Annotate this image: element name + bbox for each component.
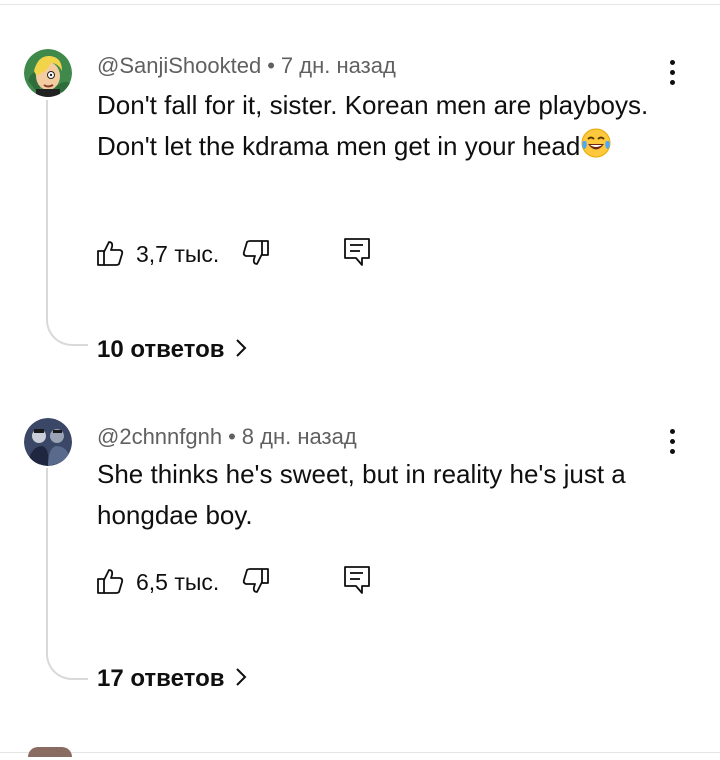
- avatar[interactable]: [24, 49, 72, 97]
- meta-separator: •: [228, 424, 236, 449]
- comment-text-content: She thinks he's sweet, but in reality he…: [97, 459, 626, 530]
- face-with-tears-of-joy-icon: [581, 128, 611, 170]
- reply-comment-icon[interactable]: [342, 564, 372, 601]
- chevron-right-icon: [235, 666, 247, 694]
- thumbs-up-icon[interactable]: [95, 238, 125, 273]
- comment-author[interactable]: @SanjiShookted: [97, 53, 261, 78]
- like-count: 3,7 тыс.: [136, 241, 220, 267]
- avatar[interactable]: [24, 418, 72, 466]
- comment-text: She thinks he's sweet, but in reality he…: [97, 454, 677, 536]
- comment-actions: 6,5 тыс.: [95, 562, 395, 602]
- comment-text: Don't fall for it, sister. Korean men ar…: [97, 85, 677, 170]
- bottom-divider: [0, 752, 720, 753]
- comment-meta: @2chnnfgnh • 8 дн. назад: [97, 424, 357, 450]
- comment-time[interactable]: 8 дн. назад: [242, 424, 357, 449]
- view-replies-button[interactable]: 10 ответов: [97, 336, 247, 365]
- view-replies-button[interactable]: 17 ответов: [97, 665, 247, 694]
- avatar[interactable]: [28, 747, 72, 757]
- thread-line: [46, 468, 88, 680]
- thumbs-up-icon[interactable]: [95, 566, 125, 601]
- more-vertical-icon[interactable]: [663, 427, 681, 457]
- thumbs-down-icon[interactable]: [241, 566, 271, 601]
- comment-author[interactable]: @2chnnfgnh: [97, 424, 222, 449]
- more-vertical-icon[interactable]: [663, 58, 681, 88]
- comment-text-content: Don't fall for it, sister. Korean men ar…: [97, 90, 649, 161]
- thread-line: [46, 100, 88, 346]
- comment-time[interactable]: 7 дн. назад: [281, 53, 396, 78]
- comment-meta: @SanjiShookted • 7 дн. назад: [97, 53, 396, 79]
- comment-actions: 3,7 тыс.: [95, 234, 395, 274]
- meta-separator: •: [267, 53, 275, 78]
- reply-comment-icon[interactable]: [342, 236, 372, 273]
- comment-thread: @SanjiShookted • 7 дн. назад Don't fall fo…: [0, 0, 720, 380]
- like-count: 6,5 тыс.: [136, 569, 220, 595]
- thumbs-down-icon[interactable]: [241, 238, 271, 273]
- comment-thread: @2chnnfgnh • 8 дн. назад She thinks he's s…: [0, 380, 720, 750]
- replies-count: 10 ответов: [97, 336, 225, 363]
- chevron-right-icon: [235, 337, 247, 365]
- replies-count: 17 ответов: [97, 665, 225, 692]
